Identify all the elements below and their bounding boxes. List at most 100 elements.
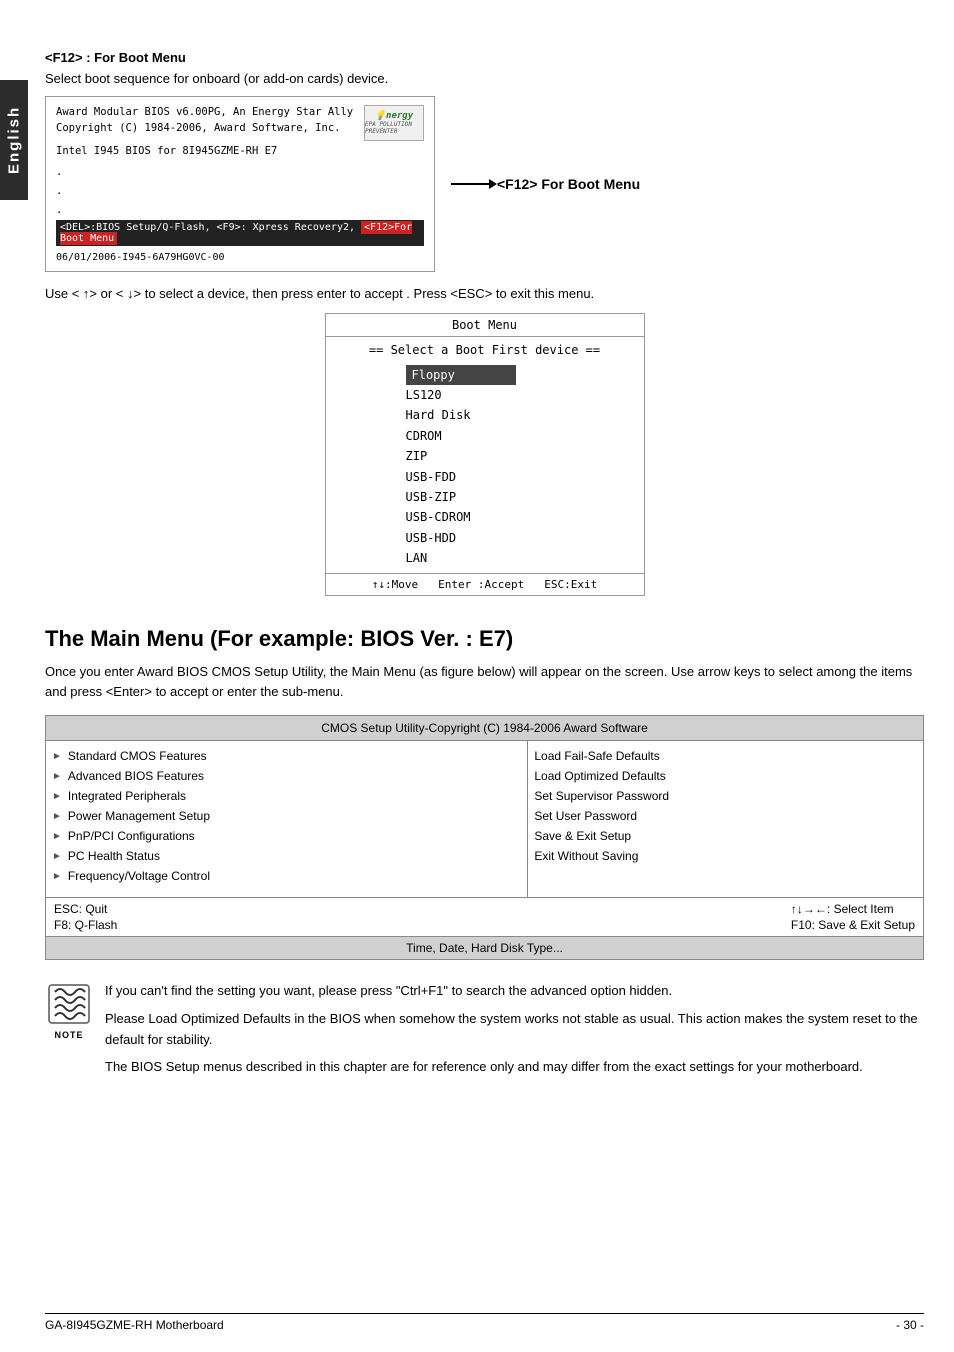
cmos-item-health[interactable]: ► PC Health Status — [52, 849, 521, 863]
bios-screen-header: Award Modular BIOS v6.00PG, An Energy St… — [56, 105, 424, 141]
note-para-3: The BIOS Setup menus described in this c… — [105, 1056, 924, 1077]
cmos-label-optimized: Load Optimized Defaults — [534, 769, 665, 783]
cmos-footer-right: ↑↓→←: Select Item F10: Save & Exit Setup — [791, 902, 915, 932]
boot-menu-title: Boot Menu — [326, 314, 644, 337]
boot-menu-item-ls120[interactable]: LS120 — [406, 385, 644, 405]
cmos-arrow-power: ► — [52, 811, 62, 822]
main-menu-description: Once you enter Award BIOS CMOS Setup Uti… — [45, 662, 924, 704]
note-text-block: If you can't find the setting you want, … — [105, 980, 924, 1084]
bios-screen-wrapper: Award Modular BIOS v6.00PG, An Energy St… — [45, 96, 924, 272]
f12-title: <F12> : For Boot Menu — [45, 50, 924, 65]
note-section: NOTE If you can't find the setting you w… — [45, 980, 924, 1084]
cmos-status-row: Time, Date, Hard Disk Type... — [46, 937, 923, 959]
cmos-arrow-health: ► — [52, 851, 62, 862]
cmos-setup-table: CMOS Setup Utility-Copyright (C) 1984-20… — [45, 715, 924, 960]
cmos-item-advanced[interactable]: ► Advanced BIOS Features — [52, 769, 521, 783]
cmos-label-freq: Frequency/Voltage Control — [68, 869, 210, 883]
cmos-item-save-exit[interactable]: Save & Exit Setup — [534, 829, 917, 843]
boot-menu-item-cdrom[interactable]: CDROM — [406, 426, 644, 446]
f12-for-boot-label: <F12> For Boot Menu — [497, 176, 640, 192]
boot-menu-move: ↑↓:Move — [372, 578, 418, 591]
cmos-label-pnp: PnP/PCI Configurations — [68, 829, 195, 843]
bios-header-text: Award Modular BIOS v6.00PG, An Energy St… — [56, 105, 353, 137]
note-icon — [45, 980, 93, 1028]
bios-intel-line: Intel I945 BIOS for 8I945GZME-RH E7 — [56, 145, 424, 157]
footer-left: GA-8I945GZME-RH Motherboard — [45, 1318, 224, 1332]
cmos-label-user-pw: Set User Password — [534, 809, 637, 823]
cmos-label-health: PC Health Status — [68, 849, 160, 863]
note-icon-svg — [45, 980, 93, 1028]
cmos-f8-qflash: F8: Q-Flash — [54, 918, 117, 932]
cmos-footer: ESC: Quit F8: Q-Flash ↑↓→←: Select Item … — [46, 898, 923, 937]
bios-dot1: . — [56, 163, 424, 182]
cmos-arrow-pnp: ► — [52, 831, 62, 842]
cmos-label-power: Power Management Setup — [68, 809, 210, 823]
bios-line2: Copyright (C) 1984-2006, Award Software,… — [56, 121, 353, 137]
side-tab: English — [0, 80, 28, 200]
bios-dot3: . — [56, 201, 424, 220]
cmos-esc-quit: ESC: Quit — [54, 902, 117, 916]
boot-menu-box: Boot Menu == Select a Boot First device … — [325, 313, 645, 596]
cmos-item-failsafe[interactable]: Load Fail-Safe Defaults — [534, 749, 917, 763]
cmos-label-standard: Standard CMOS Features — [68, 749, 207, 763]
arrow-right-icon — [451, 183, 491, 185]
cmos-select-item: ↑↓→←: Select Item — [791, 902, 915, 916]
bios-screen: Award Modular BIOS v6.00PG, An Energy St… — [45, 96, 435, 272]
cmos-item-integrated[interactable]: ► Integrated Peripherals — [52, 789, 521, 803]
boot-menu-footer: ↑↓:Move Enter :Accept ESC:Exit — [326, 573, 644, 595]
cmos-item-standard[interactable]: ► Standard CMOS Features — [52, 749, 521, 763]
cmos-label-save-exit: Save & Exit Setup — [534, 829, 631, 843]
cmos-item-user-pw[interactable]: Set User Password — [534, 809, 917, 823]
cmos-arrow-standard: ► — [52, 751, 62, 762]
boot-menu-item-usbfdd[interactable]: USB-FDD — [406, 467, 644, 487]
cmos-left-column: ► Standard CMOS Features ► Advanced BIOS… — [46, 741, 528, 897]
cmos-body: ► Standard CMOS Features ► Advanced BIOS… — [46, 741, 923, 898]
cmos-label-supervisor: Set Supervisor Password — [534, 789, 669, 803]
boot-menu-select-line: == Select a Boot First device == — [326, 337, 644, 361]
main-menu-heading: The Main Menu (For example: BIOS Ver. : … — [45, 626, 924, 652]
boot-menu-accept: Enter :Accept — [438, 578, 524, 591]
cmos-item-freq[interactable]: ► Frequency/Voltage Control — [52, 869, 521, 883]
cmos-item-power[interactable]: ► Power Management Setup — [52, 809, 521, 823]
cmos-label-advanced: Advanced BIOS Features — [68, 769, 204, 783]
epa-text: EPA POLLUTION PREVENTER — [365, 121, 423, 135]
cmos-item-optimized[interactable]: Load Optimized Defaults — [534, 769, 917, 783]
boot-menu-item-zip[interactable]: ZIP — [406, 446, 644, 466]
bios-del-line: <DEL>:BIOS Setup/Q-Flash, <F9>: Xpress R… — [56, 220, 424, 246]
boot-menu-item-lan[interactable]: LAN — [406, 548, 644, 568]
boot-menu-exit: ESC:Exit — [544, 578, 597, 591]
boot-menu-item-usbhdd[interactable]: USB-HDD — [406, 528, 644, 548]
note-label: NOTE — [45, 1030, 93, 1040]
boot-menu-items: Floppy LS120 Hard Disk CDROM ZIP USB-FDD… — [326, 361, 644, 573]
cmos-label-exit-nosave: Exit Without Saving — [534, 849, 638, 863]
boot-menu-item-usbzip[interactable]: USB-ZIP — [406, 487, 644, 507]
f12-description: Select boot sequence for onboard (or add… — [45, 71, 924, 86]
cmos-label-integrated: Integrated Peripherals — [68, 789, 186, 803]
note-para-2: Please Load Optimized Defaults in the BI… — [105, 1008, 924, 1051]
bios-line1: Award Modular BIOS v6.00PG, An Energy St… — [56, 105, 353, 121]
energy-logo: 💡nergy EPA POLLUTION PREVENTER — [364, 105, 424, 141]
cmos-label-failsafe: Load Fail-Safe Defaults — [534, 749, 659, 763]
energy-text: 💡nergy — [375, 111, 413, 121]
cmos-f10-save: F10: Save & Exit Setup — [791, 918, 915, 932]
boot-menu-item-floppy[interactable]: Floppy — [406, 365, 516, 385]
side-tab-label: English — [6, 106, 23, 174]
cmos-title: CMOS Setup Utility-Copyright (C) 1984-20… — [46, 716, 923, 741]
cmos-arrow-integrated: ► — [52, 791, 62, 802]
cmos-item-supervisor[interactable]: Set Supervisor Password — [534, 789, 917, 803]
note-para-1: If you can't find the setting you want, … — [105, 980, 924, 1001]
bios-dot2: . — [56, 182, 424, 201]
cmos-arrow-advanced: ► — [52, 771, 62, 782]
bios-bottom-line: 06/01/2006-I945-6A79HG0VC-00 — [56, 252, 424, 263]
f12-arrow-line: <F12> For Boot Menu — [451, 176, 640, 192]
footer-right: - 30 - — [896, 1318, 924, 1332]
cmos-item-pnp[interactable]: ► PnP/PCI Configurations — [52, 829, 521, 843]
note-icon-wrapper: NOTE — [45, 980, 93, 1040]
boot-menu-item-usbcdrom[interactable]: USB-CDROM — [406, 507, 644, 527]
cmos-item-exit-nosave[interactable]: Exit Without Saving — [534, 849, 917, 863]
cmos-arrow-freq: ► — [52, 871, 62, 882]
boot-menu-item-harddisk[interactable]: Hard Disk — [406, 405, 644, 425]
cmos-footer-left: ESC: Quit F8: Q-Flash — [54, 902, 117, 932]
page-footer: GA-8I945GZME-RH Motherboard - 30 - — [45, 1313, 924, 1332]
bios-dots: . . . — [56, 163, 424, 220]
